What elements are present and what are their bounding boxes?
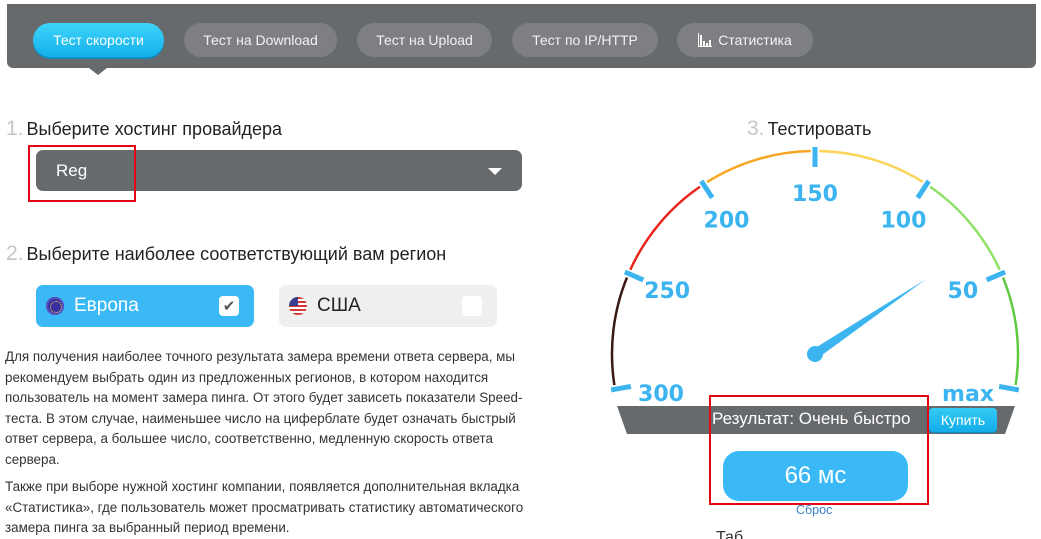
gauge-arc-segment [610, 277, 629, 386]
gauge-tick [610, 384, 632, 393]
gauge-arc-segment [629, 185, 701, 271]
gauge-tick-label: 100 [881, 208, 927, 233]
gauge-tick-label: 200 [704, 208, 750, 233]
gauge-tick [915, 179, 931, 200]
result-status-text: Результат: Очень быстро [712, 409, 911, 428]
gauge-tick [998, 384, 1020, 393]
gauge-needle-hub [807, 346, 823, 362]
gauge-tick-label: 300 [638, 382, 684, 407]
gauge-tick-label: max [942, 382, 994, 407]
cut-off-heading: Таб [716, 529, 744, 539]
gauge-tick [699, 179, 715, 200]
reset-link[interactable]: Сброс [796, 503, 832, 517]
gauge-needle [812, 279, 927, 359]
gauge-tick-label: 50 [948, 279, 979, 304]
gauge-arc-segment [706, 149, 811, 184]
gauge-arc-segment [1001, 277, 1020, 386]
ping-result-value: 66 мс [723, 451, 908, 501]
gauge-arc-segment [819, 149, 924, 184]
gauge-tick-label: 150 [792, 182, 838, 207]
buy-button[interactable]: Купить [929, 408, 997, 432]
gauge-tick-label: 250 [644, 279, 690, 304]
gauge-arc-segment [929, 185, 1001, 271]
